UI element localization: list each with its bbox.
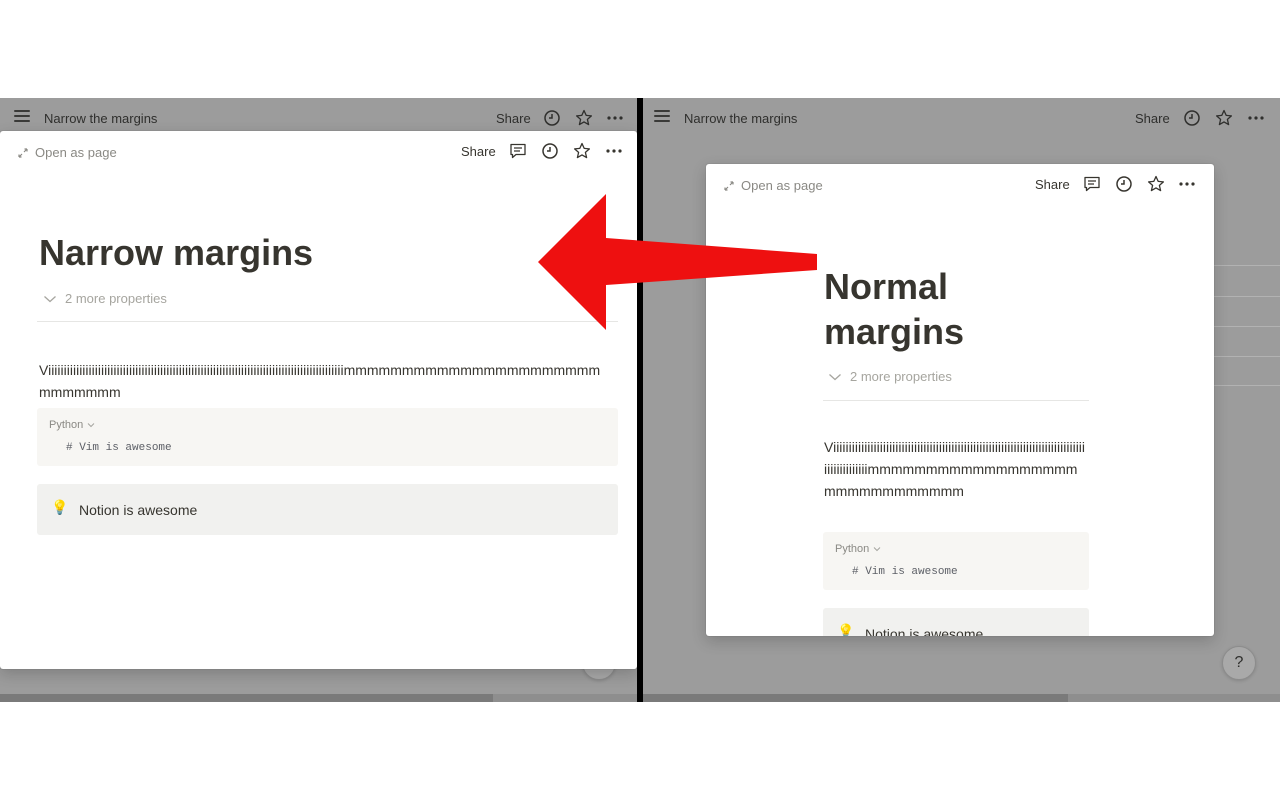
- comment-icon[interactable]: [1083, 175, 1101, 193]
- code-language-selector[interactable]: Python: [835, 543, 881, 555]
- sidebar-menu-icon[interactable]: [654, 110, 670, 122]
- sidebar-menu-icon[interactable]: [14, 110, 30, 122]
- help-button[interactable]: ?: [1222, 646, 1256, 680]
- peek-share-button[interactable]: Share: [1035, 177, 1070, 192]
- more-options-icon[interactable]: [1247, 109, 1265, 127]
- open-as-page-button[interactable]: Open as page: [724, 178, 823, 193]
- share-button[interactable]: Share: [1135, 111, 1170, 126]
- scrollbar-thumb[interactable]: [0, 694, 493, 702]
- code-block[interactable]: Python # Vim is awesome: [823, 532, 1089, 590]
- updates-clock-icon[interactable]: [541, 142, 559, 160]
- favorite-star-icon[interactable]: [575, 109, 593, 127]
- updates-clock-icon[interactable]: [543, 109, 561, 127]
- chevron-down-icon: [87, 423, 95, 428]
- code-content[interactable]: # Vim is awesome: [852, 566, 958, 578]
- page-title[interactable]: Narrow margins: [39, 230, 599, 275]
- favorite-star-icon[interactable]: [573, 142, 591, 160]
- code-language-label: Python: [835, 543, 870, 555]
- chevron-down-icon: [44, 295, 56, 302]
- more-options-icon[interactable]: [1178, 175, 1196, 193]
- share-button[interactable]: Share: [496, 111, 531, 126]
- more-properties-label: 2 more properties: [850, 369, 952, 384]
- background-table-line: [1214, 385, 1280, 386]
- background-table-line: [1214, 326, 1280, 327]
- scrollbar-thumb[interactable]: [643, 694, 1068, 702]
- more-properties-toggle[interactable]: 2 more properties: [43, 291, 167, 306]
- code-content[interactable]: # Vim is awesome: [66, 442, 172, 454]
- breadcrumb-title[interactable]: Narrow the margins: [684, 111, 797, 126]
- callout-block[interactable]: 💡 Notion is awesome: [823, 608, 1089, 636]
- breadcrumb-title[interactable]: Narrow the margins: [44, 111, 157, 126]
- updates-clock-icon[interactable]: [1115, 175, 1133, 193]
- horizontal-scrollbar[interactable]: [0, 694, 637, 702]
- code-language-selector[interactable]: Python: [49, 419, 95, 431]
- open-as-page-label: Open as page: [741, 178, 823, 193]
- text-block[interactable]: Viiiiiiiiiiiiiiiiiiiiiiiiiiiiiiiiiiiiiii…: [39, 359, 611, 403]
- code-block[interactable]: Python # Vim is awesome: [37, 408, 618, 466]
- expand-arrows-icon: [18, 147, 28, 158]
- open-as-page-button[interactable]: Open as page: [18, 145, 117, 160]
- lightbulb-icon[interactable]: 💡: [51, 499, 68, 516]
- expand-arrows-icon: [724, 180, 734, 191]
- text-block[interactable]: Viiiiiiiiiiiiiiiiiiiiiiiiiiiiiiiiiiiiiii…: [824, 436, 1088, 502]
- background-table-line: [1214, 296, 1280, 297]
- callout-block[interactable]: 💡 Notion is awesome: [37, 484, 618, 535]
- callout-text[interactable]: Notion is awesome: [79, 502, 197, 518]
- properties-divider: [823, 400, 1089, 401]
- right-notion-window: Narrow the margins Share ? Open as page …: [643, 98, 1280, 702]
- topbar: Narrow the margins Share: [643, 98, 1280, 130]
- page-peek-panel: Open as page Share Narrow margins 2 more…: [0, 131, 637, 669]
- left-notion-window: Narrow the margins Share ? Open as page: [0, 98, 637, 702]
- peek-share-button[interactable]: Share: [461, 144, 496, 159]
- comment-icon[interactable]: [509, 142, 527, 160]
- code-language-label: Python: [49, 419, 84, 431]
- favorite-star-icon[interactable]: [1215, 109, 1233, 127]
- callout-text[interactable]: Notion is awesome: [865, 626, 983, 636]
- background-table-line: [1214, 356, 1280, 357]
- horizontal-scrollbar[interactable]: [643, 694, 1280, 702]
- page-peek-panel: Open as page Share Normal margins 2 more…: [706, 164, 1214, 636]
- lightbulb-icon[interactable]: 💡: [837, 623, 854, 636]
- open-as-page-label: Open as page: [35, 145, 117, 160]
- page-title[interactable]: Normal margins: [824, 264, 1074, 354]
- more-options-icon[interactable]: [606, 109, 624, 127]
- more-properties-toggle[interactable]: 2 more properties: [828, 369, 952, 384]
- updates-clock-icon[interactable]: [1183, 109, 1201, 127]
- more-properties-label: 2 more properties: [65, 291, 167, 306]
- chevron-down-icon: [829, 373, 841, 380]
- topbar: Narrow the margins Share: [0, 98, 637, 130]
- chevron-down-icon: [873, 547, 881, 552]
- comparison-screenshot: Narrow the margins Share ? Open as page: [0, 0, 1280, 800]
- properties-divider: [37, 321, 618, 322]
- favorite-star-icon[interactable]: [1147, 175, 1165, 193]
- background-table-line: [1214, 265, 1280, 266]
- more-options-icon[interactable]: [605, 142, 623, 160]
